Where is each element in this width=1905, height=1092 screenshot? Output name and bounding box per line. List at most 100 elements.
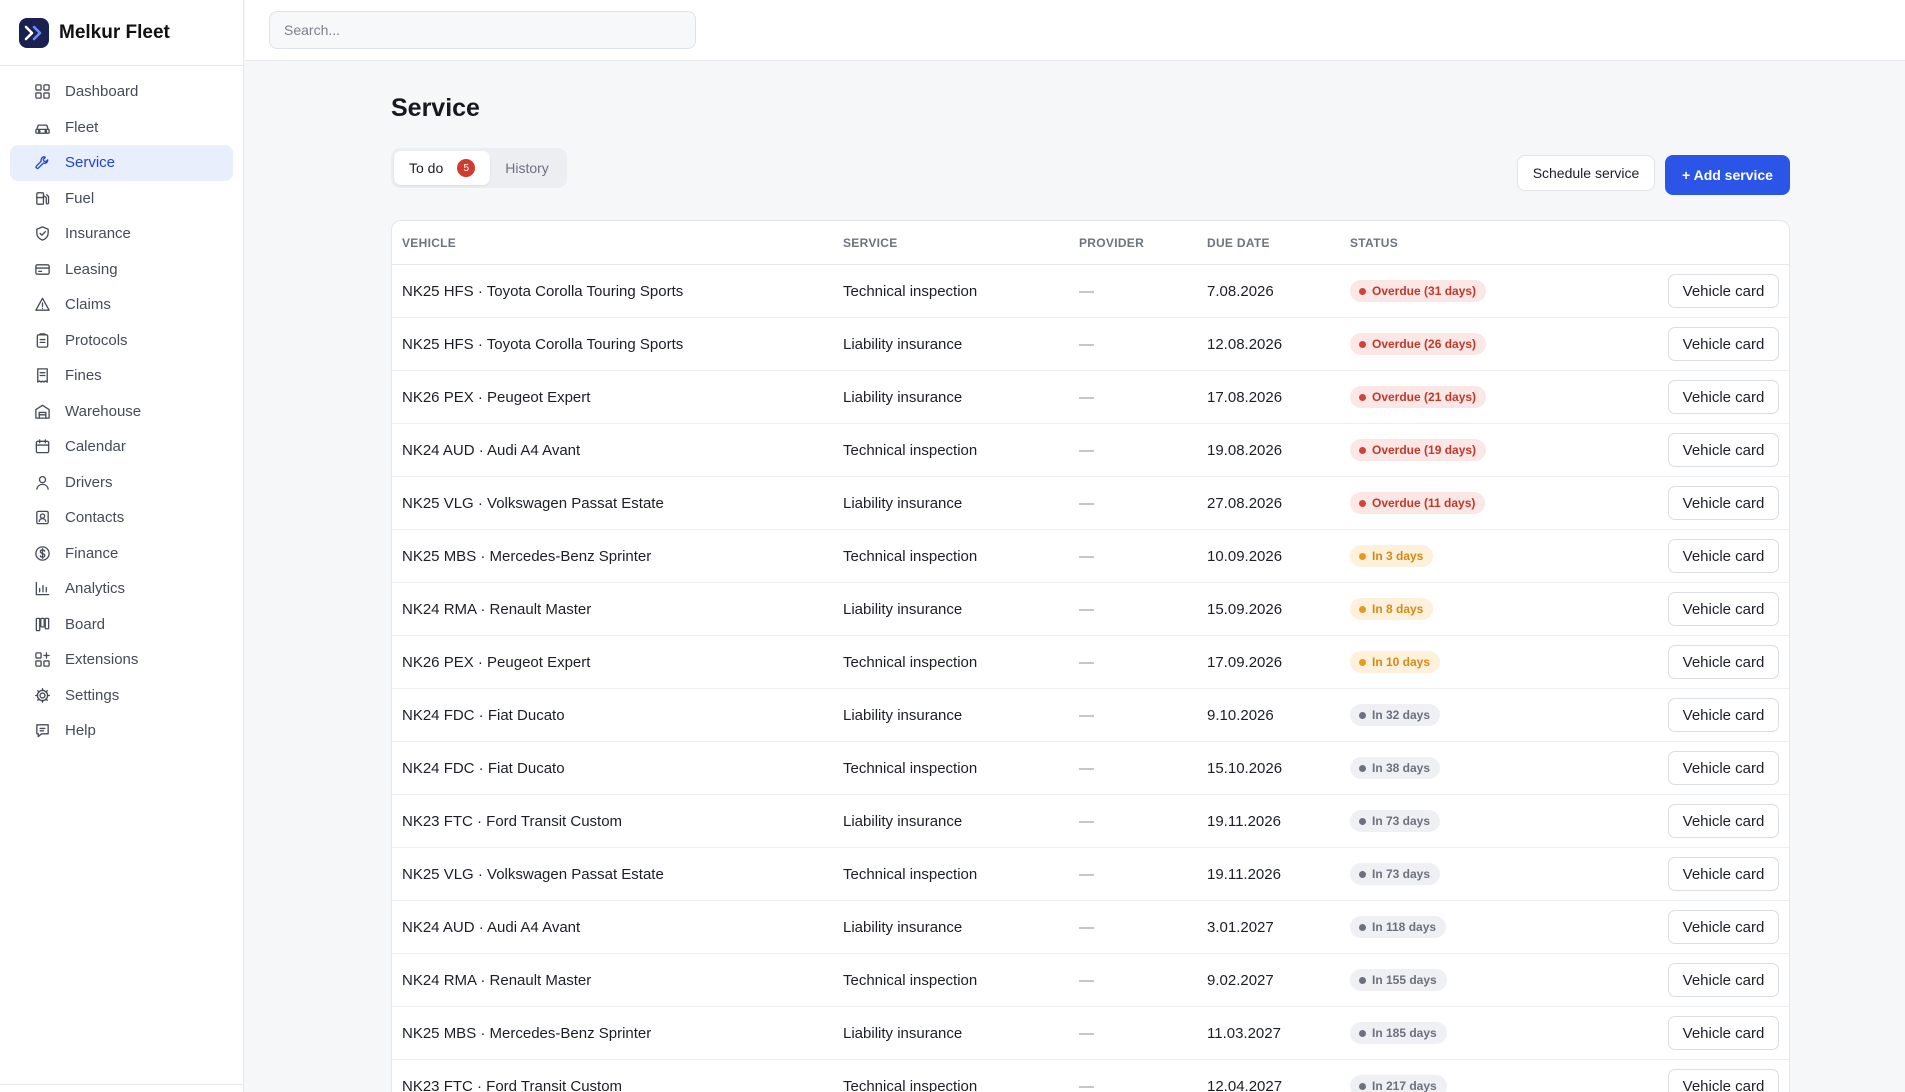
due-date-cell: 17.08.2026 [1207,388,1283,406]
sidebar-item-dashboard[interactable]: Dashboard [10,74,233,110]
vehicle-card-button[interactable]: Vehicle card [1668,486,1779,520]
sidebar-item-label: Fines [65,367,102,385]
vehicle-card-button[interactable]: Vehicle card [1668,751,1779,785]
sidebar-item-insurance[interactable]: Insurance [10,216,233,252]
status-cell: Overdue (26 days) [1350,333,1650,355]
calendar-icon [34,438,65,455]
column-header-due-date[interactable]: DUE DATE [1207,236,1350,250]
vehicle-card-button[interactable]: Vehicle card [1668,645,1779,679]
table-row[interactable]: NK26 PEX · Peugeot Expert Liability insur… [392,371,1789,424]
status-text: Overdue (11 days) [1372,496,1476,510]
vehicle-card-button[interactable]: Vehicle card [1668,433,1779,467]
table-row[interactable]: NK24 AUD · Audi A4 Avant Liability insura… [392,901,1789,954]
tab-history[interactable]: History [490,151,564,185]
sidebar-item-drivers[interactable]: Drivers [10,465,233,501]
service-cell: Technical inspection [843,971,978,989]
vehicle-card-button[interactable]: Vehicle card [1668,857,1779,891]
table-row[interactable]: NK25 VLG · Volkswagen Passat Estate Liabi… [392,477,1789,530]
vehicle-card-button[interactable]: Vehicle card [1668,1069,1779,1092]
sidebar: Melkur Fleet Dashboard Fleet Service Fuel In… [0,0,244,1092]
service-cell: Liability insurance [843,812,963,830]
sidebar-item-board[interactable]: Board [10,607,233,643]
table-row[interactable]: NK26 PEX · Peugeot Expert Technical inspe… [392,636,1789,689]
receipt-icon [34,367,65,384]
status-text: In 32 days [1372,708,1431,722]
vehicle-card-button[interactable]: Vehicle card [1668,804,1779,838]
actions-cell: Vehicle card [1650,433,1789,467]
sidebar-item-label: Settings [65,686,120,704]
fuel-icon [34,190,65,207]
table-row[interactable]: NK24 RMA · Renault Master Liability insur… [392,583,1789,636]
table-row[interactable]: NK23 FTC · Ford Transit Custom Technical … [392,1060,1789,1092]
car-icon [34,119,65,136]
table-row[interactable]: NK25 HFS · Toyota Corolla Touring Sports… [392,318,1789,371]
sidebar-item-extensions[interactable]: Extensions [10,642,233,678]
table-row[interactable]: NK24 RMA · Renault Master Technical inspe… [392,954,1789,1007]
sidebar-item-help[interactable]: Help [10,713,233,749]
vehicle-card-button[interactable]: Vehicle card [1668,539,1779,573]
vehicle-card-button[interactable]: Vehicle card [1668,910,1779,944]
tab-todo[interactable]: To do 5 [394,151,491,185]
column-header-status[interactable]: STATUS [1350,236,1650,250]
column-header-service[interactable]: SERVICE [843,236,1079,250]
vehicle-card-button[interactable]: Vehicle card [1668,327,1779,361]
status-dot-icon [1359,711,1366,719]
sidebar-item-settings[interactable]: Settings [10,678,233,714]
sidebar-item-finance[interactable]: Finance [10,536,233,572]
table-row[interactable]: NK25 VLG · Volkswagen Passat Estate Techn… [392,848,1789,901]
due-date-cell: 7.08.2026 [1207,282,1274,300]
wrench-icon [34,154,65,171]
sidebar-item-warehouse[interactable]: Warehouse [10,394,233,430]
column-header-vehicle[interactable]: VEHICLE [392,236,843,250]
tab-todo-label: To do [409,160,444,176]
sidebar-item-claims[interactable]: Claims [10,287,233,323]
actions-cell: Vehicle card [1650,592,1789,626]
vehicle-card-button[interactable]: Vehicle card [1668,274,1779,308]
status-cell: In 155 days [1350,969,1650,991]
sidebar-item-leasing[interactable]: Leasing [10,252,233,288]
sidebar-item-label: Dashboard [65,83,139,101]
sidebar-item-protocols[interactable]: Protocols [10,323,233,359]
due-date-cell: 15.09.2026 [1207,600,1283,618]
due-date-cell: 12.08.2026 [1207,335,1283,353]
sidebar-item-fuel[interactable]: Fuel [10,181,233,217]
table-row[interactable]: NK24 FDC · Fiat Ducato Liability insuranc… [392,689,1789,742]
status-cell: In 8 days [1350,598,1650,620]
add-service-button[interactable]: + Add service [1665,155,1790,195]
status-badge: In 185 days [1350,1022,1447,1044]
actions-cell: Vehicle card [1650,963,1789,997]
sidebar-item-analytics[interactable]: Analytics [10,571,233,607]
brand[interactable]: Melkur Fleet [0,0,243,66]
vehicle-card-button[interactable]: Vehicle card [1668,963,1779,997]
vehicle-card-button[interactable]: Vehicle card [1668,380,1779,414]
provider-cell: — [1079,706,1094,724]
status-badge: Overdue (11 days) [1350,492,1486,514]
due-date-cell: 9.10.2026 [1207,706,1274,724]
sidebar-item-label: Calendar [65,438,126,456]
table-row[interactable]: NK23 FTC · Ford Transit Custom Liability … [392,795,1789,848]
search-input[interactable] [269,11,696,49]
sidebar-item-contacts[interactable]: Contacts [10,500,233,536]
table-row[interactable]: NK25 MBS · Mercedes-Benz Sprinter Technic… [392,530,1789,583]
table-row[interactable]: NK25 MBS · Mercedes-Benz Sprinter Liabili… [392,1007,1789,1060]
schedule-service-button[interactable]: Schedule service [1517,155,1655,191]
vehicle-card-button[interactable]: Vehicle card [1668,592,1779,626]
vehicle-card-button[interactable]: Vehicle card [1668,1016,1779,1050]
table-row[interactable]: NK24 AUD · Audi A4 Avant Technical inspec… [392,424,1789,477]
service-cell: Liability insurance [843,388,963,406]
sidebar-item-calendar[interactable]: Calendar [10,429,233,465]
table-row[interactable]: NK24 FDC · Fiat Ducato Technical inspecti… [392,742,1789,795]
provider-cell: — [1079,865,1094,883]
due-date-cell: 19.11.2026 [1207,865,1281,883]
sidebar-footer [0,1084,243,1092]
sidebar-item-label: Extensions [65,651,139,669]
column-header-provider[interactable]: PROVIDER [1079,236,1207,250]
due-date-cell: 10.09.2026 [1207,547,1283,565]
sidebar-item-service[interactable]: Service [10,145,233,181]
service-table: VEHICLE SERVICE PROVIDER DUE DATE STATUS… [391,220,1790,1092]
vehicle-card-button[interactable]: Vehicle card [1668,698,1779,732]
vehicle-cell: NK23 FTC · Ford Transit Custom [402,1077,623,1092]
sidebar-item-fleet[interactable]: Fleet [10,110,233,146]
sidebar-item-fines[interactable]: Fines [10,358,233,394]
table-row[interactable]: NK25 HFS · Toyota Corolla Touring Sports… [392,265,1789,318]
